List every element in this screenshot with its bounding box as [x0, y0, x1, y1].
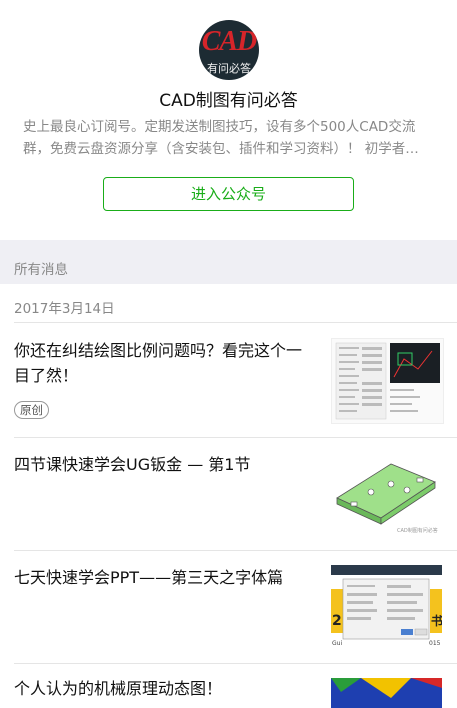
- article-item[interactable]: 四节课快速学会UG钣金 — 第1节 CAD制图有问必答: [0, 438, 457, 551]
- section-label: 所有消息: [14, 262, 68, 278]
- account-name: CAD制图有问必答: [159, 91, 298, 111]
- article-title[interactable]: 七天快速学会PPT——第三天之字体篇: [14, 565, 310, 590]
- svg-text:2: 2: [332, 613, 342, 629]
- article-title[interactable]: 四节课快速学会UG钣金 — 第1节: [14, 452, 310, 477]
- svg-text:CAD制图有问必答: CAD制图有问必答: [397, 527, 438, 534]
- article-thumbnail: [331, 678, 442, 708]
- article-item[interactable]: 七天快速学会PPT——第三天之字体篇 2 书 Gui 015: [0, 551, 457, 664]
- article-title[interactable]: 你还在纠结绘图比例问题吗？看完这个一目了然！: [14, 338, 310, 388]
- svg-text:015: 015: [429, 640, 441, 647]
- article-thumbnail: 2 书 Gui 015: [331, 565, 442, 649]
- svg-text:书: 书: [431, 613, 442, 628]
- svg-text:Gui: Gui: [332, 640, 342, 647]
- section-header: 所有消息: [0, 240, 457, 284]
- article-item[interactable]: 你还在纠结绘图比例问题吗？看完这个一目了然！ 原创: [0, 323, 457, 438]
- article-thumbnail: [331, 338, 444, 424]
- article-item[interactable]: 个人认为的机械原理动态图！: [0, 664, 457, 708]
- account-avatar: CAD 有问必答: [199, 20, 259, 80]
- avatar-logo-text: CAD: [201, 26, 258, 57]
- original-badge: 原创: [14, 401, 49, 419]
- enter-account-button[interactable]: 进入公众号: [103, 177, 354, 211]
- avatar-sub-text: 有问必答: [207, 62, 251, 75]
- article-thumbnail: CAD制图有问必答: [331, 452, 442, 536]
- article-title[interactable]: 个人认为的机械原理动态图！: [14, 676, 310, 701]
- account-description: 史上最良心订阅号。定期发送制图技巧，设有多个500人CAD交流群，免费云盘资源分…: [23, 119, 419, 157]
- date-header: 2017年3月14日: [14, 301, 115, 317]
